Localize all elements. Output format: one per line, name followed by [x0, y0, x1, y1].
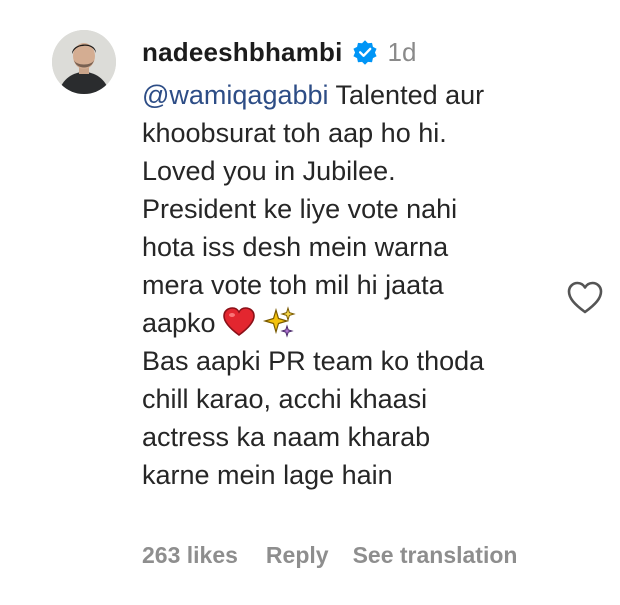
comment-text: @wamiqagabbi Talented aur khoobsurat toh…	[142, 76, 552, 494]
comment-line: hota iss desh mein warna	[142, 232, 449, 262]
comment-line: Bas aapki PR team ko thoda	[142, 346, 485, 376]
comment: nadeeshbhambi 1d @wamiqagabbi Talented a…	[0, 0, 620, 605]
verified-badge-icon	[352, 39, 378, 65]
comment-line: mera vote toh mil hi jaata	[142, 270, 444, 300]
heart-outline-icon	[567, 281, 603, 314]
comment-line: actress ka naam kharab	[142, 422, 431, 452]
sparkles-emoji-icon	[262, 306, 296, 338]
see-translation-link[interactable]: See translation	[353, 542, 518, 569]
likes-count[interactable]: 263 likes	[142, 542, 238, 569]
comment-line-text: Talented aur	[328, 80, 485, 110]
comment-header: nadeeshbhambi 1d	[142, 36, 416, 68]
comment-line-text: aapko	[142, 308, 216, 338]
comment-line: President ke liye vote nahi	[142, 194, 458, 224]
comment-line: @wamiqagabbi Talented aur	[142, 76, 552, 114]
timestamp: 1d	[387, 36, 417, 67]
comment-line: karne mein lage hain	[142, 460, 393, 490]
avatar[interactable]	[52, 30, 116, 94]
like-comment-button[interactable]	[566, 280, 604, 316]
comment-line: aapko	[142, 304, 552, 342]
avatar-photo	[52, 30, 116, 94]
comment-line: Loved you in Jubilee.	[142, 156, 396, 186]
comment-line: khoobsurat toh aap ho hi.	[142, 118, 447, 148]
comment-footer: 263 likes Reply See translation	[142, 538, 517, 572]
reply-button[interactable]: Reply	[266, 542, 329, 569]
username[interactable]: nadeeshbhambi	[142, 37, 343, 68]
comment-line: chill karao, acchi khaasi	[142, 384, 428, 414]
mention-link[interactable]: @wamiqagabbi	[142, 80, 329, 110]
red-heart-emoji-icon	[222, 306, 256, 338]
